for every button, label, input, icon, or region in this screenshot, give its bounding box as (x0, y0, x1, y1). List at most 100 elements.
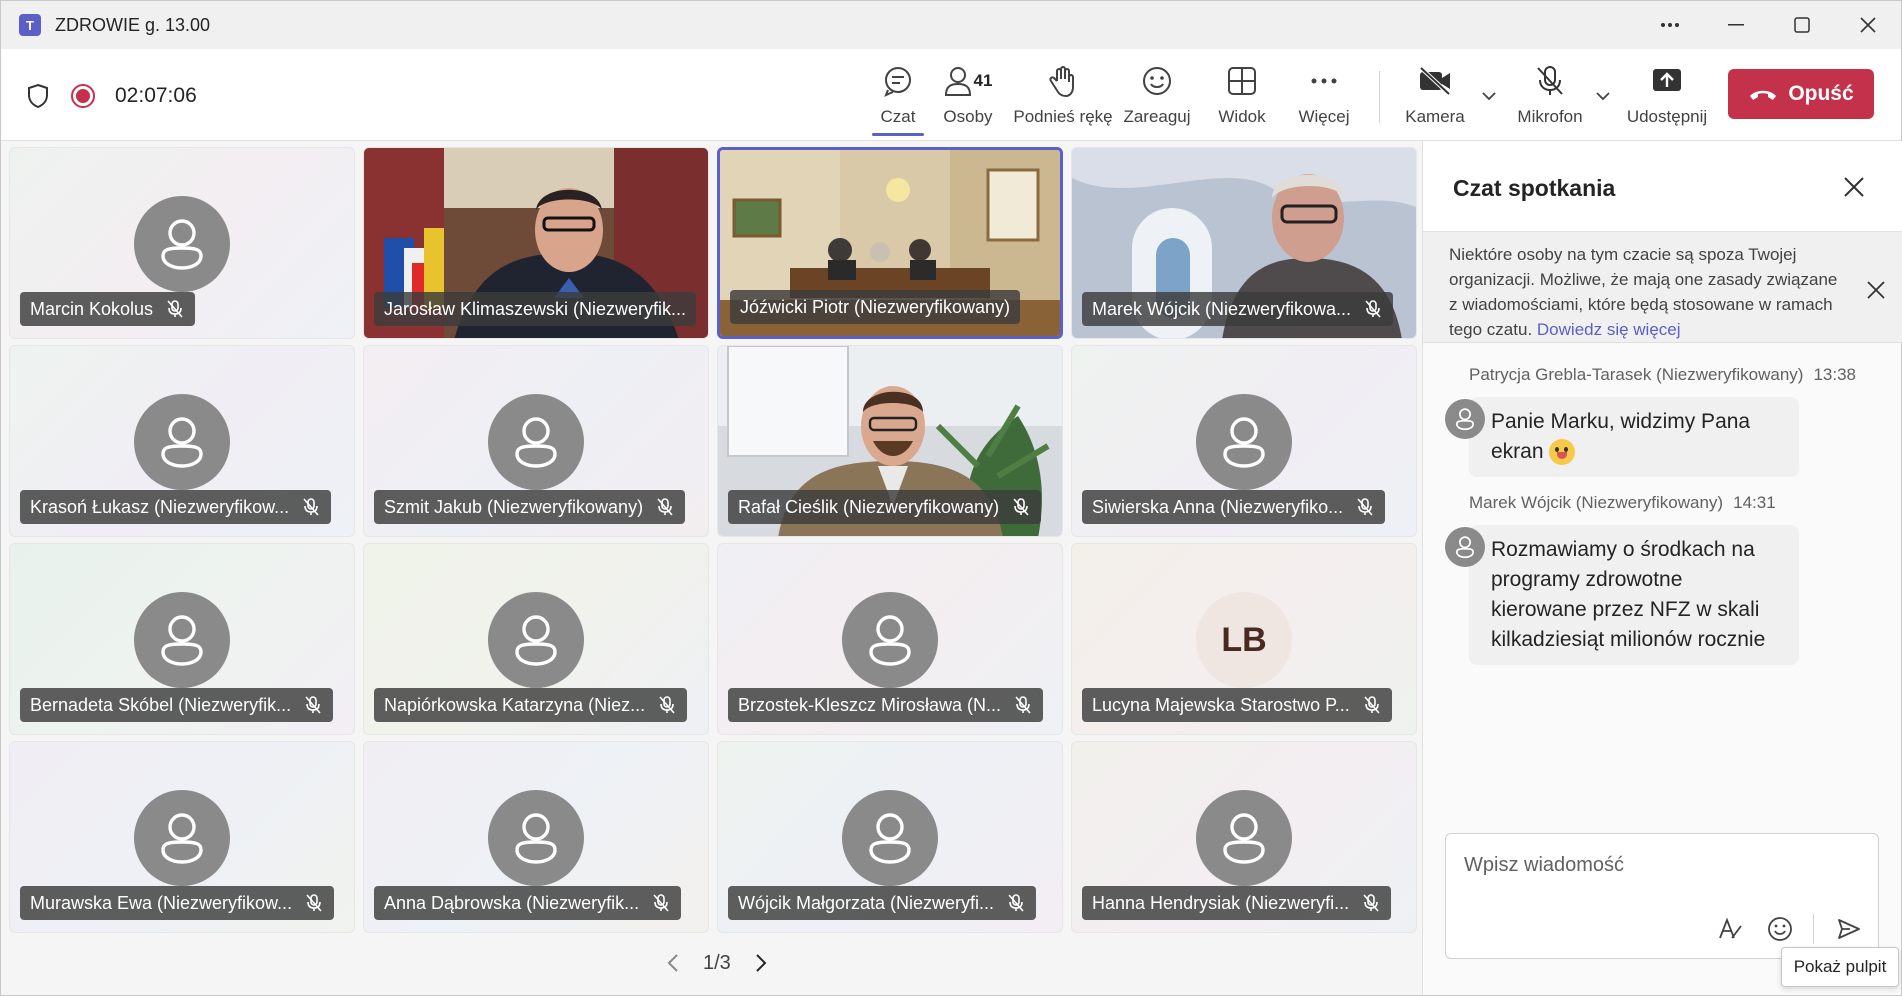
message-input[interactable] (1464, 850, 1854, 880)
mic-off-icon (1015, 696, 1031, 714)
close-icon (1860, 17, 1876, 33)
participant-tile[interactable]: Marcin Kokolus (9, 147, 355, 339)
person-avatar-icon (842, 790, 938, 886)
chat-message: Rozmawiamy o środkach na programy zdrowo… (1469, 525, 1799, 665)
send-icon (1838, 919, 1860, 939)
chat-label: Czat (880, 107, 916, 126)
participant-tile[interactable]: Murawska Ewa (Niezweryfikow... (9, 741, 355, 933)
participant-tile[interactable]: Bernadeta Skóbel (Niezweryfik... (9, 543, 355, 735)
participant-name: Anna Dąbrowska (Niezweryfik... (384, 892, 640, 913)
person-avatar-icon (1445, 527, 1485, 567)
camera-options-chevron-icon[interactable] (1480, 87, 1498, 105)
grid-view-icon (1228, 67, 1256, 95)
participant-video-tile[interactable]: Marek Wójcik (Niezweryfikowa... (1071, 147, 1417, 339)
close-window-button[interactable] (1835, 1, 1901, 49)
participant-tile[interactable]: Napiórkowska Katarzyna (Niez... (363, 543, 709, 735)
mic-off-icon (659, 696, 675, 714)
people-label: Osoby (943, 107, 993, 126)
maximize-button[interactable] (1769, 1, 1835, 49)
message-time: 14:31 (1733, 493, 1776, 512)
participant-name-tag: Marcin Kokolus (20, 292, 196, 326)
participant-tile[interactable]: Krasoń Łukasz (Niezweryfikow... (9, 345, 355, 537)
participant-name: Marek Wójcik (Niezweryfikowa... (1092, 298, 1352, 319)
minimize-button[interactable] (1703, 1, 1769, 49)
minimize-icon (1728, 24, 1744, 26)
participant-tile[interactable]: Wójcik Małgorzata (Niezweryfi... (717, 741, 1063, 933)
react-label: Zareaguj (1123, 107, 1191, 126)
participant-name: Napiórkowska Katarzyna (Niez... (384, 694, 646, 715)
participant-tile[interactable]: LB Lucyna Majewska Starostwo P... (1071, 543, 1417, 735)
more-label: Więcej (1298, 107, 1350, 126)
smiling-emoji-icon (1549, 439, 1576, 466)
participant-tile[interactable]: Hanna Hendrysiak (Niezweryfi... (1071, 741, 1417, 933)
participant-name-tag: Marek Wójcik (Niezweryfikowa... (1082, 292, 1394, 326)
camera-button[interactable]: Kamera (1396, 59, 1474, 135)
participant-video-tile-active-speaker[interactable]: Jóźwicki Piotr (Niezweryfikowany) (717, 147, 1063, 339)
mic-off-icon (653, 894, 669, 912)
message-text: Panie Marku, widzimy Pana ekran (1491, 410, 1751, 463)
share-button[interactable]: Udostępnij (1623, 59, 1711, 135)
participant-name-tag: Jóźwicki Piotr (Niezweryfikowany) (730, 290, 1021, 324)
participant-name: Rafał Cieślik (Niezweryfikowany) (738, 496, 1000, 517)
people-button[interactable]: 41 Osoby (933, 59, 1003, 135)
participant-tile[interactable]: Brzostek-Kleszcz Mirosława (N... (717, 543, 1063, 735)
mic-options-chevron-icon[interactable] (1594, 87, 1612, 105)
view-button[interactable]: Widok (1207, 59, 1277, 135)
chat-message: Panie Marku, widzimy Pana ekran (1469, 397, 1799, 477)
chat-button[interactable]: Czat (858, 59, 938, 136)
camera-label: Kamera (1405, 107, 1465, 126)
shield-icon[interactable] (27, 83, 49, 109)
mic-off-icon (1537, 66, 1563, 95)
chevron-left-icon (667, 954, 678, 972)
participant-video-tile[interactable]: Jarosław Klimaszewski (Niezweryfik... (363, 147, 709, 339)
participant-name: Siwierska Anna (Niezweryfiko... (1092, 496, 1344, 517)
next-page-button[interactable] (749, 951, 773, 975)
raise-hand-button[interactable]: Podnieś rękę (1013, 59, 1113, 135)
participant-name: Marcin Kokolus (30, 298, 154, 319)
more-options-button[interactable] (1637, 1, 1703, 49)
participant-name: Jóźwicki Piotr (Niezweryfikowany) (740, 296, 1011, 317)
learn-more-link[interactable]: Dowiedz się więcej (1537, 320, 1681, 339)
hand-icon (1049, 66, 1074, 97)
mic-off-icon (1357, 498, 1373, 516)
message-header: Patrycja Grebla-Tarasek (Niezweryfikowan… (1469, 365, 1856, 385)
emoji-button[interactable] (1765, 914, 1795, 944)
gallery-pager: 1/3 (661, 951, 773, 975)
participant-name: Szmit Jakub (Niezweryfikowany) (384, 496, 644, 517)
maximize-icon (1794, 17, 1810, 33)
previous-page-button[interactable] (661, 951, 685, 975)
message-time: 13:38 (1813, 365, 1856, 384)
camera-off-icon (1419, 66, 1451, 96)
mic-off-icon (1008, 894, 1024, 912)
meeting-timer: 02:07:06 (115, 84, 197, 107)
dismiss-icon[interactable] (1866, 280, 1886, 300)
participant-tile[interactable]: Siwierska Anna (Niezweryfiko... (1071, 345, 1417, 537)
participant-video-tile[interactable]: Rafał Cieślik (Niezweryfikowany) (717, 345, 1063, 537)
close-icon[interactable] (1842, 175, 1866, 199)
send-button[interactable] (1834, 914, 1864, 944)
participant-name-tag: Jarosław Klimaszewski (Niezweryfik... (374, 292, 697, 326)
participant-initials-avatar: LB (1196, 592, 1292, 688)
participant-tile[interactable]: Anna Dąbrowska (Niezweryfik... (363, 741, 709, 933)
toolbar-divider (1379, 71, 1380, 123)
microphone-button[interactable]: Mikrofon (1509, 59, 1591, 135)
share-screen-icon (1653, 69, 1681, 91)
react-button[interactable]: Zareaguj (1117, 59, 1197, 135)
mic-off-icon (303, 498, 319, 516)
external-participants-notice: Niektóre osoby na tym czacie są spoza Tw… (1423, 231, 1902, 343)
leave-button[interactable]: Opuść (1728, 69, 1874, 119)
message-author: Marek Wójcik (Niezweryfikowany) (1469, 493, 1724, 512)
participant-name-tag: Lucyna Majewska Starostwo P... (1082, 688, 1392, 722)
more-button[interactable]: Więcej (1289, 59, 1359, 135)
participant-name: Brzostek-Kleszcz Mirosława (N... (738, 694, 1002, 715)
participant-tile[interactable]: Szmit Jakub (Niezweryfikowany) (363, 345, 709, 537)
format-button[interactable] (1715, 914, 1745, 944)
view-label: Widok (1218, 107, 1266, 126)
mic-off-icon (657, 498, 673, 516)
raise-hand-label: Podnieś rękę (1013, 107, 1113, 126)
mic-off-icon (167, 300, 183, 318)
participant-name-tag: Krasoń Łukasz (Niezweryfikow... (20, 490, 332, 524)
message-author: Patrycja Grebla-Tarasek (Niezweryfikowan… (1469, 365, 1804, 384)
participant-name: Bernadeta Skóbel (Niezweryfik... (30, 694, 292, 715)
smiley-icon (1768, 917, 1792, 941)
